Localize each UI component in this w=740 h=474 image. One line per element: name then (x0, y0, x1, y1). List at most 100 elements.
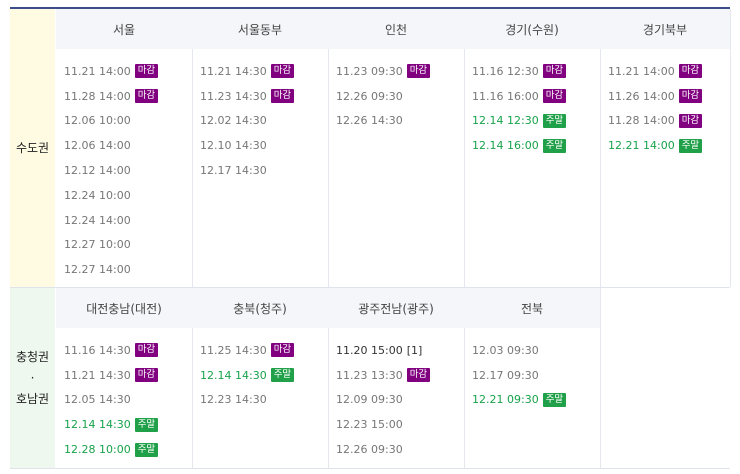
session-item[interactable]: 12.05 14:30 (56, 388, 192, 413)
session-item[interactable]: 12.28 10:00 주말 (56, 437, 192, 462)
session-datetime: 12.24 10:00 (64, 188, 131, 202)
session-datetime: 12.14 14:30 (64, 418, 131, 432)
region-label-line: 수도권 (15, 140, 50, 155)
center-column: 전북 12.03 09:30 12.17 09:30 12.21 09:30 주말 (464, 288, 601, 468)
session-item[interactable]: 12.21 14:00 주말 (600, 133, 730, 158)
session-datetime: 12.14 14:30 (200, 368, 267, 382)
session-item[interactable]: 11.28 14:00 마감 (600, 109, 730, 134)
center-column: 충북(청주) 11.25 14:30 마감 12.14 14:30 주말 12.23 14… (192, 288, 329, 468)
session-item[interactable]: 11.21 14:30 마감 (192, 59, 328, 84)
session-item[interactable]: 12.27 14:00 (56, 257, 192, 282)
session-item[interactable]: 12.26 14:30 (328, 109, 464, 134)
weekend-badge: 주말 (542, 113, 567, 128)
session-datetime: 12.23 15:00 (336, 418, 403, 432)
closed-badge: 마감 (134, 89, 159, 104)
session-item[interactable]: 12.26 09:30 (328, 437, 464, 462)
session-datetime: 12.03 09:30 (472, 343, 539, 357)
session-item[interactable]: 12.14 14:30 주말 (56, 412, 192, 437)
session-datetime: 12.28 10:00 (64, 443, 131, 457)
session-item[interactable]: 11.16 16:00 마감 (464, 84, 600, 109)
session-item[interactable]: 12.23 14:30 (192, 388, 328, 413)
closed-badge: 마감 (406, 64, 431, 79)
session-datetime: 12.26 14:30 (336, 114, 403, 128)
session-datetime: 11.23 09:30 (336, 64, 403, 78)
center-name: 인천 (328, 9, 464, 49)
session-item[interactable]: 12.17 14:30 (192, 158, 328, 183)
region-label-line: 호남권 (15, 391, 50, 406)
session-datetime: 11.21 14:30 (200, 64, 267, 78)
weekend-badge: 주말 (542, 392, 567, 407)
center-column: 경기북부 11.21 14:00 마감 11.26 14:00 마감 11.28 14:0… (600, 9, 731, 287)
session-item[interactable]: 12.27 10:00 (56, 233, 192, 258)
closed-badge: 마감 (542, 64, 567, 79)
session-item[interactable]: 12.23 15:00 (328, 412, 464, 437)
session-item[interactable]: 12.06 10:00 (56, 109, 192, 134)
session-datetime: 12.21 09:30 (472, 393, 539, 407)
session-item[interactable]: 12.10 14:30 (192, 133, 328, 158)
session-item[interactable]: 11.26 14:00 마감 (600, 84, 730, 109)
session-item[interactable]: 12.12 14:00 (56, 158, 192, 183)
weekend-badge: 주말 (270, 368, 295, 383)
session-datetime: 12.06 14:00 (64, 139, 131, 153)
session-item[interactable]: 12.09 09:30 (328, 388, 464, 413)
session-list: 11.21 14:00 마감 11.26 14:00 마감 11.28 14:00 마감 1… (600, 49, 730, 158)
session-item[interactable]: 12.06 14:00 (56, 133, 192, 158)
session-datetime: 12.14 16:00 (472, 139, 539, 153)
session-datetime: 12.05 14:30 (64, 393, 131, 407)
session-datetime: 12.06 10:00 (64, 114, 131, 128)
session-item[interactable]: 12.14 14:30 주말 (192, 363, 328, 388)
session-list: 11.21 14:30 마감 11.23 14:30 마감 12.02 14:30 12.… (192, 49, 328, 183)
session-item[interactable]: 11.20 15:00 [1] (328, 338, 464, 363)
center-column: 광주전남(광주) 11.20 15:00 [1] 11.23 13:30 마감 12.09… (328, 288, 465, 468)
center-name: 대전충남(대전) (56, 288, 192, 328)
closed-badge: 마감 (270, 89, 295, 104)
closed-badge: 마감 (134, 64, 159, 79)
session-item[interactable]: 12.21 09:30 주말 (464, 388, 600, 413)
session-datetime: 11.28 14:00 (608, 114, 675, 128)
center-name: 서울동부 (192, 9, 328, 49)
closed-badge: 마감 (542, 89, 567, 104)
session-datetime: 12.09 09:30 (336, 393, 403, 407)
center-name: 전북 (464, 288, 600, 328)
session-item[interactable]: 11.23 14:30 마감 (192, 84, 328, 109)
session-item[interactable]: 11.21 14:30 마감 (56, 363, 192, 388)
session-datetime: 11.21 14:00 (608, 64, 675, 78)
region-label-chungcheong-honam: 충청권 · 호남권 (10, 288, 55, 468)
session-item[interactable]: 12.14 16:00 주말 (464, 133, 600, 158)
weekend-badge: 주말 (678, 138, 703, 153)
session-item[interactable]: 12.26 09:30 (328, 84, 464, 109)
session-item[interactable]: 11.21 14:00 마감 (56, 59, 192, 84)
session-datetime: 11.26 14:00 (608, 89, 675, 103)
session-datetime: 12.10 14:30 (200, 139, 267, 153)
session-item[interactable]: 12.14 12:30 주말 (464, 109, 600, 134)
session-datetime: 12.24 14:00 (64, 213, 131, 227)
session-item[interactable]: 11.28 14:00 마감 (56, 84, 192, 109)
center-column: 경기(수원) 11.16 12:30 마감 11.16 16:00 마감 12.14 12… (464, 9, 601, 287)
session-datetime: 11.28 14:00 (64, 89, 131, 103)
center-column: 대전충남(대전) 11.16 14:30 마감 11.21 14:30 마감 12.05 … (56, 288, 193, 468)
session-item[interactable]: 11.16 14:30 마감 (56, 338, 192, 363)
session-item[interactable]: 11.23 09:30 마감 (328, 59, 464, 84)
closed-badge: 마감 (678, 89, 703, 104)
session-datetime: 11.16 14:30 (64, 343, 131, 357)
session-item[interactable]: 11.16 12:30 마감 (464, 59, 600, 84)
session-item[interactable]: 12.02 14:30 (192, 109, 328, 134)
session-datetime: 11.25 14:30 (200, 343, 267, 357)
session-item[interactable]: 12.17 09:30 (464, 363, 600, 388)
session-list: 12.03 09:30 12.17 09:30 12.21 09:30 주말 (464, 328, 600, 412)
center-column: 서울 11.21 14:00 마감 11.28 14:00 마감 12.06 10:00 1… (56, 9, 193, 287)
session-item[interactable]: 11.21 14:00 마감 (600, 59, 730, 84)
session-datetime: 12.23 14:30 (200, 393, 267, 407)
session-datetime: 12.27 10:00 (64, 238, 131, 252)
session-datetime: 12.02 14:30 (200, 114, 267, 128)
session-item[interactable]: 12.24 14:00 (56, 208, 192, 233)
session-item[interactable]: 11.23 13:30 마감 (328, 363, 464, 388)
session-item[interactable]: 12.24 10:00 (56, 183, 192, 208)
center-name: 광주전남(광주) (328, 288, 464, 328)
weekend-badge: 주말 (134, 442, 159, 457)
session-item[interactable]: 11.25 14:30 마감 (192, 338, 328, 363)
session-datetime: 11.23 14:30 (200, 89, 267, 103)
session-item[interactable]: 12.03 09:30 (464, 338, 600, 363)
table-bottom-line (10, 468, 730, 469)
session-datetime: 11.21 14:30 (64, 368, 131, 382)
